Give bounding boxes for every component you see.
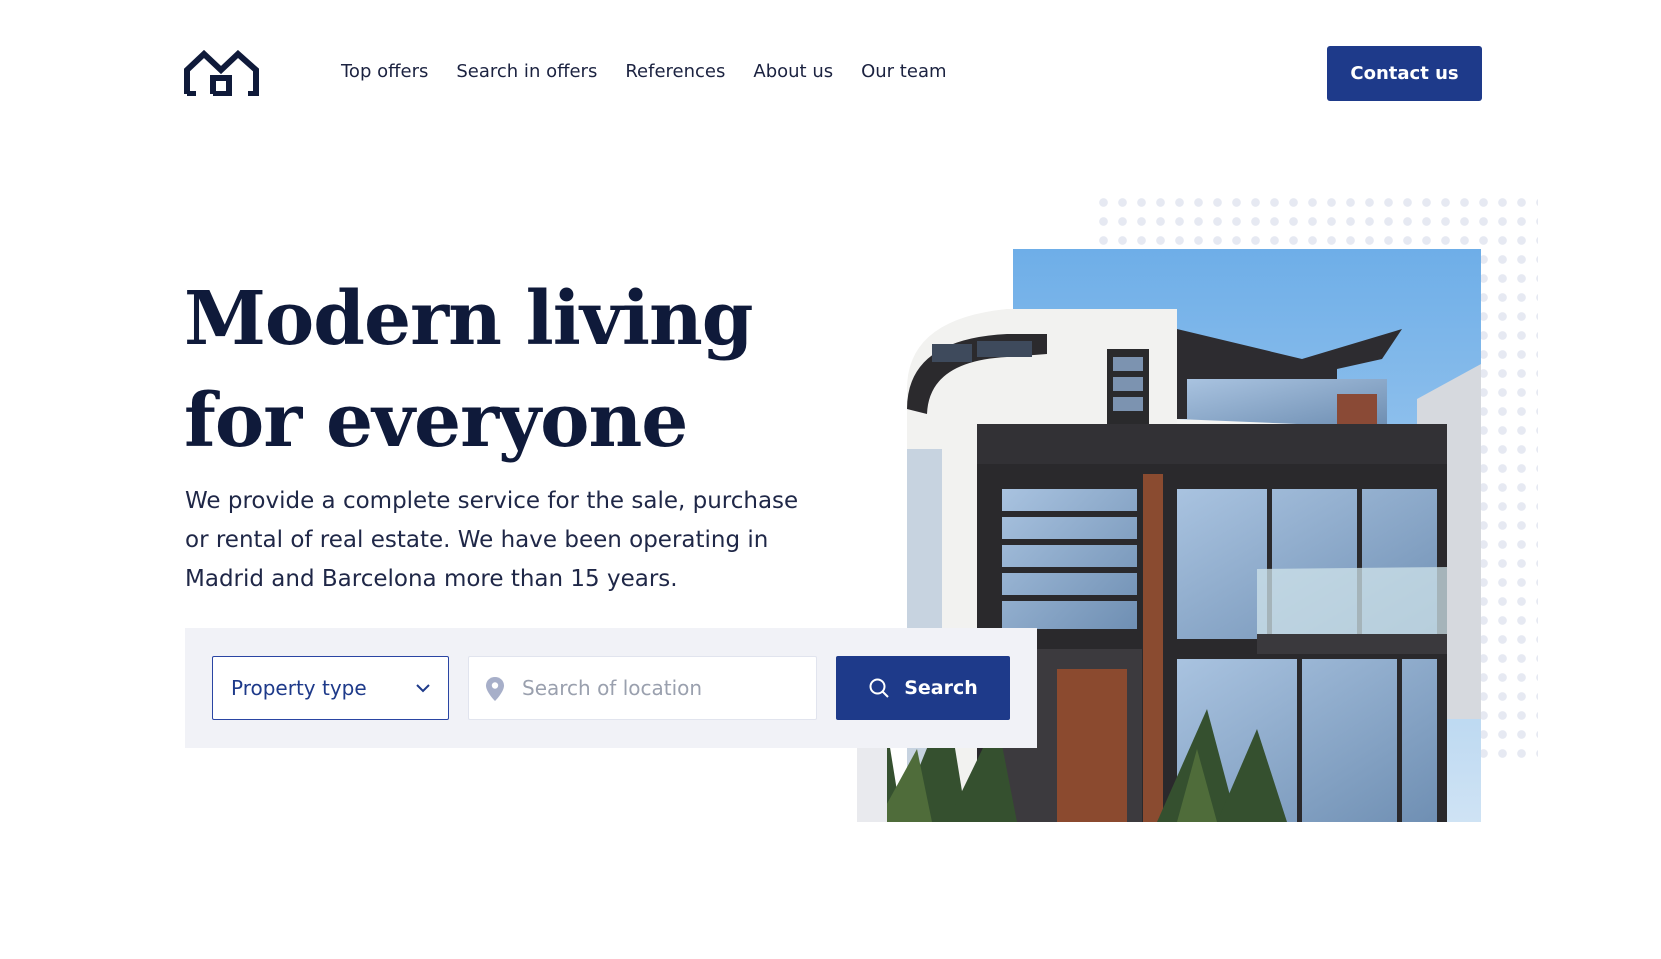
nav-references[interactable]: References xyxy=(625,58,725,86)
hero-title-line-1: Modern living xyxy=(184,276,754,362)
nav-search-in-offers[interactable]: Search in offers xyxy=(456,58,597,86)
search-icon xyxy=(869,678,889,698)
house-logo-icon[interactable] xyxy=(184,50,260,96)
search-button-label: Search xyxy=(904,677,978,699)
landing-page: Top offers Search in offers References A… xyxy=(0,0,1661,959)
map-pin-icon xyxy=(486,677,504,701)
property-type-select[interactable]: Property type xyxy=(212,656,449,720)
main-nav: Top offers Search in offers References A… xyxy=(341,58,947,86)
search-button[interactable]: Search xyxy=(836,656,1010,720)
property-type-label: Property type xyxy=(231,676,367,700)
search-panel: Property type Search xyxy=(185,628,1037,748)
hero-description: We provide a complete service for the sa… xyxy=(185,488,799,592)
hero-title: Modern living for everyone xyxy=(184,268,804,472)
nav-top-offers[interactable]: Top offers xyxy=(341,58,428,86)
nav-our-team[interactable]: Our team xyxy=(861,58,946,86)
location-search-input[interactable] xyxy=(522,657,807,718)
location-field xyxy=(468,656,817,720)
contact-us-button[interactable]: Contact us xyxy=(1327,46,1482,101)
nav-about-us[interactable]: About us xyxy=(753,58,833,86)
hero-title-line-2: for everyone xyxy=(184,378,688,464)
chevron-down-icon xyxy=(416,684,430,693)
